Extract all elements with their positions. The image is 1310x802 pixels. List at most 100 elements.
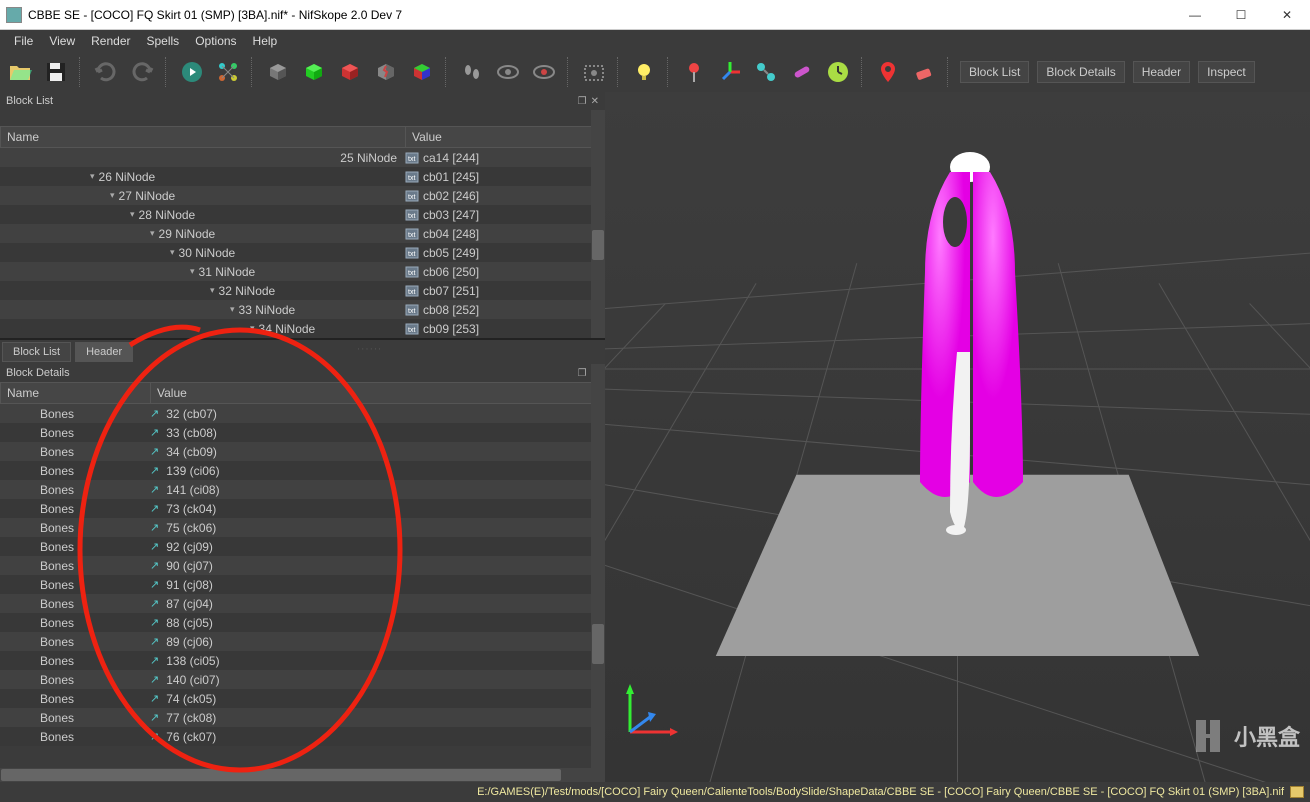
open-icon[interactable] [4,56,36,88]
details-row[interactable]: Bones↗141 (ci08) [0,480,605,499]
drag-handle[interactable]: ∙∙∙∙∙∙ [135,340,605,364]
window-title: CBBE SE - [COCO] FQ Skirt 01 (SMP) [3BA]… [28,8,1172,22]
undo-icon[interactable] [90,56,122,88]
restore-icon[interactable]: ❐ [578,96,587,107]
details-row[interactable]: Bones↗34 (cb09) [0,442,605,461]
constraint-icon[interactable] [750,56,782,88]
eraser-icon[interactable] [908,56,940,88]
details-row[interactable]: Bones↗76 (ck07) [0,727,605,746]
menu-view[interactable]: View [41,32,83,50]
eye-marker-icon[interactable] [528,56,560,88]
blocklist-panel: Block List❐✕ ˅︿ Name Value 25 NiNodetxt … [0,92,605,339]
blocklist-rows[interactable]: 25 NiNodetxt ca14 [244]▾26 NiNodetxt cb0… [0,148,605,338]
details-row[interactable]: Bones↗88 (cj05) [0,613,605,632]
menu-spells[interactable]: Spells [139,32,188,50]
save-icon[interactable] [40,56,72,88]
marker-icon[interactable] [872,56,904,88]
toolbar: Block List Block Details Header Inspect [0,52,1310,92]
details-row[interactable]: Bones↗140 (ci07) [0,670,605,689]
cube-color-icon[interactable] [406,56,438,88]
blocklist-row[interactable]: ▾27 NiNodetxt cb02 [246] [0,186,605,205]
details-row[interactable]: Bones↗74 (ck05) [0,689,605,708]
svg-text:txt: txt [408,156,415,163]
details-row[interactable]: Bones↗91 (cj08) [0,575,605,594]
left-pane: Block List❐✕ ˅︿ Name Value 25 NiNodetxt … [0,92,605,782]
folder-icon[interactable] [1290,786,1304,798]
blocklist-row[interactable]: ▾29 NiNodetxt cb04 [248] [0,224,605,243]
axes-icon[interactable] [714,56,746,88]
details-vscroll[interactable] [591,364,605,782]
nodes-icon[interactable] [212,56,244,88]
sphere-play-icon[interactable] [176,56,208,88]
menu-options[interactable]: Options [187,32,244,50]
details-col-name[interactable]: Name [1,383,151,403]
pill-icon[interactable] [786,56,818,88]
details-panel: Block Details❐✕ ˅︿ Name Value Bones↗32 (… [0,364,605,782]
blocklist-vscroll[interactable] [591,110,605,338]
blocklist-row[interactable]: ▾33 NiNodetxt cb08 [252] [0,300,605,319]
blocklist-row[interactable]: ▾26 NiNodetxt cb01 [245] [0,167,605,186]
cube-crack-icon[interactable] [370,56,402,88]
close-button[interactable]: ✕ [1264,0,1310,30]
svg-text:txt: txt [408,308,415,315]
tab-blockdetails-button[interactable]: Block Details [1037,61,1124,83]
details-row[interactable]: Bones↗77 (ck08) [0,708,605,727]
details-hscroll[interactable] [0,768,605,782]
restore-icon[interactable]: ❐ [578,368,587,379]
tab-header-button[interactable]: Header [1133,61,1190,83]
redo-icon[interactable] [126,56,158,88]
details-col-value[interactable]: Value [151,383,604,403]
minimize-button[interactable]: — [1172,0,1218,30]
3d-viewport[interactable]: 小黑盒 [605,92,1310,782]
bulb-icon[interactable] [628,56,660,88]
menu-render[interactable]: Render [83,32,138,50]
svg-text:txt: txt [408,289,415,296]
tab-header[interactable]: Header [75,342,133,362]
screenshot-icon[interactable] [578,56,610,88]
eye-icon[interactable] [492,56,524,88]
pane-tabs: Block ListHeader∙∙∙∙∙∙ [0,339,605,364]
close-panel-icon[interactable]: ✕ [591,96,599,107]
clock-icon[interactable] [822,56,854,88]
tab-block-list[interactable]: Block List [2,342,71,362]
blocklist-row[interactable]: ▾31 NiNodetxt cb06 [250] [0,262,605,281]
svg-text:txt: txt [408,270,415,277]
details-title: Block Details [6,367,70,379]
details-row[interactable]: Bones↗139 (ci06) [0,461,605,480]
blocklist-title: Block List [6,95,53,107]
menu-help[interactable]: Help [245,32,286,50]
window-titlebar: CBBE SE - [COCO] FQ Skirt 01 (SMP) [3BA]… [0,0,1310,30]
details-row[interactable]: Bones↗32 (cb07) [0,404,605,423]
details-row[interactable]: Bones↗89 (cj06) [0,632,605,651]
details-row[interactable]: Bones↗75 (ck06) [0,518,605,537]
tab-inspect-button[interactable]: Inspect [1198,61,1255,83]
maximize-button[interactable]: ☐ [1218,0,1264,30]
statusbar: E:/GAMES(E)/Test/mods/[COCO] Fairy Queen… [0,782,1310,802]
details-row[interactable]: Bones↗87 (cj04) [0,594,605,613]
blocklist-row[interactable]: ▾30 NiNodetxt cb05 [249] [0,243,605,262]
cube-red-icon[interactable] [334,56,366,88]
details-row[interactable]: Bones↗138 (ci05) [0,651,605,670]
menu-file[interactable]: File [6,32,41,50]
svg-text:txt: txt [408,232,415,239]
details-row[interactable]: Bones↗73 (ck04) [0,499,605,518]
blocklist-col-name[interactable]: Name [1,127,406,147]
blocklist-col-value[interactable]: Value [406,127,604,147]
details-row[interactable]: Bones↗92 (cj09) [0,537,605,556]
pin-icon[interactable] [678,56,710,88]
svg-text:txt: txt [408,213,415,220]
axis-gizmo [620,682,680,742]
svg-text:txt: txt [408,327,415,334]
blocklist-row[interactable]: 25 NiNodetxt ca14 [244] [0,148,605,167]
blocklist-row[interactable]: ▾28 NiNodetxt cb03 [247] [0,205,605,224]
menubar: FileViewRenderSpellsOptionsHelp [0,30,1310,52]
cube-green-icon[interactable] [298,56,330,88]
details-row[interactable]: Bones↗90 (cj07) [0,556,605,575]
cube-grey-icon[interactable] [262,56,294,88]
details-rows[interactable]: Bones↗32 (cb07)Bones↗33 (cb08)Bones↗34 (… [0,404,605,782]
footprints-icon[interactable] [456,56,488,88]
blocklist-row[interactable]: ▾34 NiNodetxt cb09 [253] [0,319,605,338]
details-row[interactable]: Bones↗33 (cb08) [0,423,605,442]
blocklist-row[interactable]: ▾32 NiNodetxt cb07 [251] [0,281,605,300]
tab-blocklist-button[interactable]: Block List [960,61,1029,83]
